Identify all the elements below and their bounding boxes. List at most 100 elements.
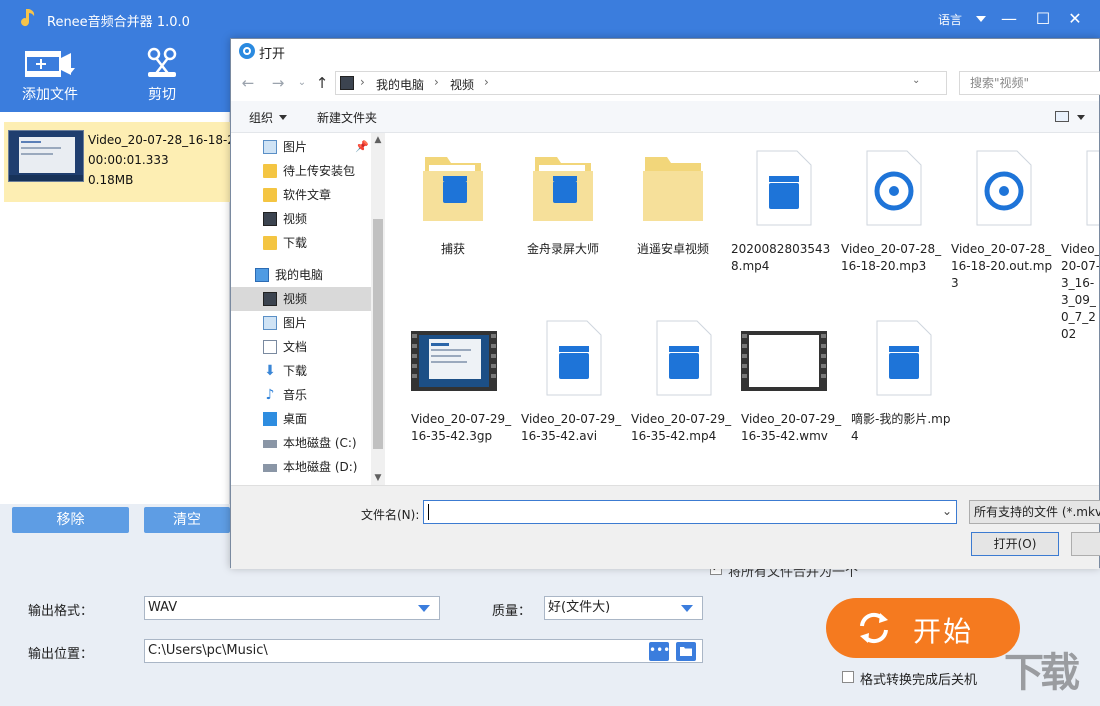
more-button[interactable]: ••• xyxy=(649,642,670,661)
address-row: ← → ⌄ ↑ › 我的电脑 › 视频 › ⌄ ↻ 搜索"视频" xyxy=(231,69,1100,97)
folder-icon[interactable] xyxy=(676,642,696,661)
file-name: Video_20-07-29_16-35-42.mp4 xyxy=(631,412,732,443)
nav-item-label: 软件文章 xyxy=(283,188,332,202)
nav-scrollbar[interactable]: ▲ ▼ xyxy=(371,133,385,485)
nav-item-my-computer[interactable]: 我的电脑 xyxy=(231,263,371,287)
nav-item-videos-quick[interactable]: 视频 xyxy=(231,207,371,231)
breadcrumb-computer[interactable]: 我的电脑 xyxy=(376,76,424,93)
nav-item-desktop[interactable]: 桌面 xyxy=(231,407,371,431)
computer-icon xyxy=(255,268,269,282)
output-path-value: C:\Users\pc\Music\ xyxy=(148,643,268,658)
cut-button[interactable]: 剪切 xyxy=(130,38,194,112)
quality-select[interactable]: 好(文件大) xyxy=(544,596,703,620)
view-mode-icon[interactable] xyxy=(1055,111,1069,122)
file-name: 嘀影-我的影片.mp4 xyxy=(851,412,951,443)
document-icon xyxy=(263,340,277,354)
chevron-down-icon[interactable]: ⌄ xyxy=(293,74,311,92)
nav-item-label: 桌面 xyxy=(283,412,308,426)
filename-input[interactable]: ⌄ xyxy=(423,500,957,524)
file-name: Video_20-07-29_16-35-42.wmv xyxy=(741,412,842,443)
nav-item-documents[interactable]: 文档 xyxy=(231,335,371,359)
start-button[interactable]: 开始 xyxy=(826,598,1020,658)
add-file-icon xyxy=(25,51,75,77)
chevron-down-icon[interactable]: ⌄ xyxy=(942,504,952,518)
chevron-down-icon[interactable] xyxy=(1077,115,1085,120)
nav-item-pictures-pc[interactable]: 图片 xyxy=(231,311,371,335)
file-type-select[interactable]: 所有支持的文件 (*.mkv; xyxy=(969,500,1100,524)
nav-item-downloads-quick[interactable]: 下载 xyxy=(231,231,371,255)
text-cursor xyxy=(428,504,429,520)
file-item[interactable]: 嘀影-我的影片.mp4 xyxy=(849,307,955,477)
file-name: Video_20-07-29_16-35-42.avi xyxy=(521,412,622,443)
scroll-down-icon[interactable]: ▼ xyxy=(371,471,385,485)
shutdown-checkbox[interactable] xyxy=(842,671,854,683)
output-format-select[interactable]: WAV xyxy=(144,596,440,620)
up-arrow-icon[interactable]: ↑ xyxy=(313,74,331,92)
video-thumbnail xyxy=(741,331,827,391)
open-button[interactable]: 打开(O) xyxy=(971,532,1059,556)
filename-row: 文件名(N): ⌄ 所有支持的文件 (*.mkv; 打开(O) xyxy=(231,485,1100,569)
breadcrumb-videos[interactable]: 视频 xyxy=(450,76,474,93)
video-folder-icon xyxy=(533,157,593,221)
breadcrumb-separator: › xyxy=(484,75,489,89)
clear-button[interactable]: 清空 xyxy=(144,507,230,533)
pin-icon: 📌 xyxy=(355,140,369,153)
cancel-button[interactable] xyxy=(1071,532,1100,556)
nav-item-label: 文档 xyxy=(283,340,308,354)
file-item[interactable]: Video_20-07-3_16-3_09_0_7_202 xyxy=(1059,137,1099,341)
output-format-label: 输出格式： xyxy=(28,604,94,619)
minimize-icon[interactable]: — xyxy=(996,6,1022,32)
forward-arrow-icon[interactable]: → xyxy=(269,74,287,92)
scissors-icon xyxy=(147,47,177,77)
file-item[interactable]: Video_20-07-29_16-35-42.avi xyxy=(519,307,625,477)
nav-item-label: 本地磁盘 (D:) xyxy=(283,460,358,474)
scrollbar-thumb[interactable] xyxy=(373,219,383,449)
file-item[interactable]: 逍遥安卓视频 xyxy=(619,137,725,307)
app-toolbar: 添加文件 剪切 xyxy=(0,38,230,112)
nav-item-label: 视频 xyxy=(283,212,308,226)
chevron-down-icon[interactable] xyxy=(279,115,287,120)
maximize-icon[interactable]: ☐ xyxy=(1030,6,1056,32)
nav-item-upload-packages[interactable]: 待上传安装包 xyxy=(231,159,371,183)
output-path-field[interactable]: C:\Users\pc\Music\ ••• xyxy=(144,639,703,663)
video-folder-icon xyxy=(263,212,277,226)
search-input[interactable]: 搜索"视频" xyxy=(959,71,1100,95)
video-folder-icon xyxy=(263,292,277,306)
download-icon: ⬇ xyxy=(264,363,276,379)
file-name: 捕获 xyxy=(440,242,465,256)
organize-menu[interactable]: 组织 xyxy=(249,109,273,126)
music-note-icon xyxy=(21,9,35,27)
back-arrow-icon[interactable]: ← xyxy=(239,74,257,92)
folder-icon xyxy=(263,188,277,202)
file-item[interactable]: 20200828035438.mp4 xyxy=(729,137,835,307)
nav-item-drive-c[interactable]: 本地磁盘 (C:) xyxy=(231,431,371,455)
nav-item-pictures[interactable]: 图片 📌 xyxy=(231,135,371,159)
remove-button[interactable]: 移除 xyxy=(12,507,129,533)
file-item[interactable]: 捕获 xyxy=(399,137,505,307)
file-item[interactable]: Video_20-07-28_16-18-20.out.mp3 xyxy=(949,137,1055,307)
add-file-button[interactable]: 添加文件 xyxy=(14,38,86,112)
file-item[interactable]: 金舟录屏大师 xyxy=(509,137,615,307)
nav-item-label: 图片 xyxy=(283,316,308,330)
nav-item-videos[interactable]: 视频 xyxy=(231,287,371,311)
output-format-value: WAV xyxy=(148,600,178,615)
close-icon[interactable]: ✕ xyxy=(1062,6,1088,32)
nav-item-downloads[interactable]: ⬇ 下载 xyxy=(231,359,371,383)
scroll-up-icon[interactable]: ▲ xyxy=(371,133,385,147)
file-item[interactable]: Video_20-07-28_16-18-20.mp3 xyxy=(839,137,945,307)
new-folder-button[interactable]: 新建文件夹 xyxy=(317,109,377,126)
video-file-icon xyxy=(1086,150,1099,226)
nav-item-articles[interactable]: 软件文章 xyxy=(231,183,371,207)
list-item[interactable]: Video_20-07-28_16-18-20 00:00:01.333 0.1… xyxy=(4,122,243,202)
nav-item-music[interactable]: ♪ 音乐 xyxy=(231,383,371,407)
language-menu[interactable]: 语言 xyxy=(938,11,962,28)
address-bar[interactable]: › 我的电脑 › 视频 › ⌄ ↻ xyxy=(335,71,1047,95)
chevron-down-icon[interactable] xyxy=(976,16,986,22)
video-file-icon xyxy=(656,320,712,396)
file-item[interactable]: Video_20-07-29_16-35-42.3gp xyxy=(409,307,515,477)
chevron-down-icon[interactable]: ⌄ xyxy=(912,75,920,86)
file-item[interactable]: Video_20-07-29_16-35-42.mp4 xyxy=(629,307,735,477)
file-item[interactable]: Video_20-07-29_16-35-42.wmv xyxy=(739,307,845,477)
nav-item-label: 视频 xyxy=(283,292,308,306)
nav-item-drive-d[interactable]: 本地磁盘 (D:) xyxy=(231,455,371,479)
